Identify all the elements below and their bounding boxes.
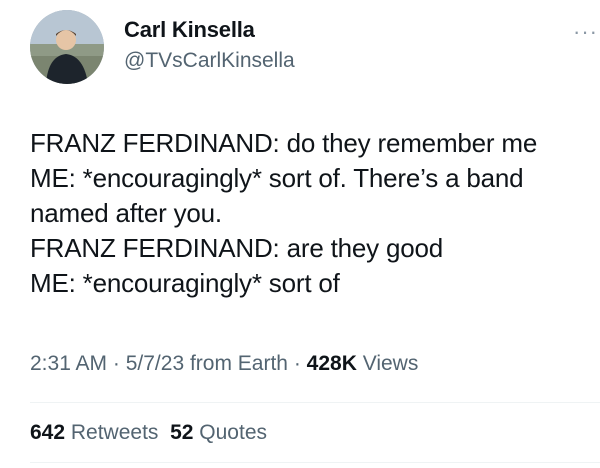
views-label: Views — [356, 352, 419, 375]
quotes-label: Quotes — [193, 421, 267, 444]
tweet-line: FRANZ FERDINAND: are they good — [30, 233, 444, 263]
avatar[interactable] — [30, 10, 104, 84]
tweet-line: ME: *encouragingly* sort of. There’s a b… — [30, 163, 524, 193]
retweets-count: 642 — [30, 421, 66, 444]
more-horizontal-icon[interactable]: ··· — [573, 21, 598, 43]
separator-dot: · — [288, 352, 307, 375]
tweet-line: ME: *encouragingly* sort of — [30, 268, 340, 298]
tweet-line: named after you. — [30, 198, 222, 228]
tweet-meta: 2:31 AM · 5/7/23 from Earth · 428K Views — [30, 352, 418, 376]
author-handle[interactable]: @TVsCarlKinsella — [124, 49, 295, 73]
retweets-stat[interactable]: 642 Retweets — [30, 421, 158, 444]
avatar-photo — [30, 10, 104, 84]
quotes-count: 52 — [170, 421, 194, 444]
tweet-card: Carl Kinsella @TVsCarlKinsella ··· FRANZ… — [0, 0, 600, 468]
separator-dot: · — [107, 352, 126, 375]
quotes-stat[interactable]: 52 Quotes — [170, 421, 267, 444]
tweet-line: FRANZ FERDINAND: do they remember me — [30, 128, 538, 158]
views-count: 428K — [306, 352, 357, 375]
retweets-label: Retweets — [65, 421, 159, 444]
tweet-date[interactable]: 5/7/23 — [126, 352, 184, 375]
tweet-source: from Earth — [184, 352, 288, 375]
divider — [30, 402, 600, 403]
author-name[interactable]: Carl Kinsella — [124, 17, 255, 43]
tweet-text: FRANZ FERDINAND: do they remember me ME:… — [30, 126, 590, 301]
tweet-stats: 642 Retweets 52 Quotes — [30, 421, 267, 445]
tweet-time[interactable]: 2:31 AM — [30, 352, 107, 375]
divider — [30, 462, 600, 463]
